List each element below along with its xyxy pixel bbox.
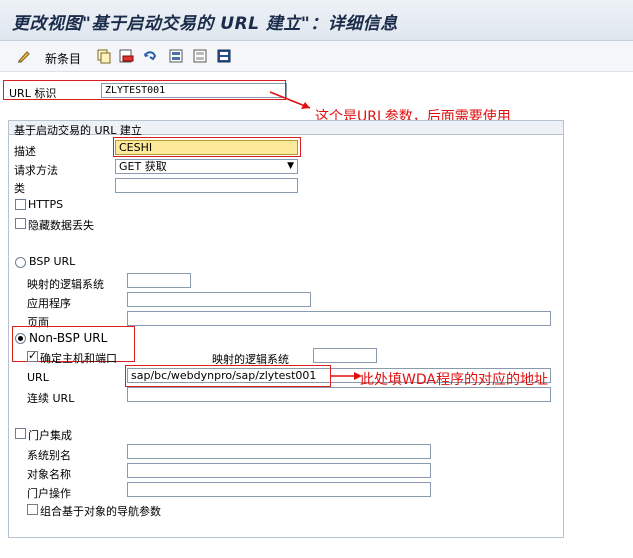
application-label: 应用程序 xyxy=(27,297,71,310)
non-bsp-url-label: Non-BSP URL xyxy=(29,331,108,345)
class-field[interactable] xyxy=(115,178,298,193)
confirm-host-port-label: 确定主机和端口 xyxy=(40,352,117,365)
undo-icon[interactable] xyxy=(142,48,158,64)
application-toolbar: 新条目 xyxy=(0,41,633,72)
https-label: HTTPS xyxy=(28,198,64,211)
description-highlight-box xyxy=(113,137,301,157)
edit-pencil-icon[interactable] xyxy=(16,48,32,64)
bsp-mapped-logical-system-field[interactable] xyxy=(127,273,191,288)
url-highlight-box xyxy=(125,365,331,387)
confirm-host-port-checkbox[interactable]: ✓ xyxy=(27,349,38,362)
group-title: 基于启动交易的 URL 建立 xyxy=(14,124,142,137)
class-label: 类 xyxy=(14,182,25,195)
combine-nav-params-checkbox[interactable] xyxy=(27,504,38,515)
copy-icon[interactable] xyxy=(96,48,112,64)
annotation-arrow-1 xyxy=(269,91,311,109)
combine-nav-params-label: 组合基于对象的导航参数 xyxy=(40,505,161,518)
new-entries-button[interactable]: 新条目 xyxy=(45,50,81,67)
delete-icon[interactable] xyxy=(118,48,134,64)
chevron-down-icon[interactable]: ▼ xyxy=(287,160,294,173)
portal-operation-field[interactable] xyxy=(127,482,431,497)
non-bsp-url-radio[interactable] xyxy=(15,333,26,344)
request-method-label: 请求方法 xyxy=(14,164,58,177)
system-alias-label: 系统别名 xyxy=(27,449,71,462)
deselect-all-icon[interactable] xyxy=(192,48,208,64)
request-method-value: GET 获取 xyxy=(119,160,167,173)
bsp-url-radio[interactable] xyxy=(15,257,26,268)
portal-operation-label: 门户操作 xyxy=(27,487,71,500)
description-label: 描述 xyxy=(14,145,36,158)
window-title: 更改视图"基于启动交易的 URL 建立"：详细信息 xyxy=(12,14,398,34)
object-name-label: 对象名称 xyxy=(27,468,71,481)
group-header: 基于启动交易的 URL 建立 xyxy=(8,120,564,137)
object-name-field[interactable] xyxy=(127,463,431,478)
url-id-highlight-box xyxy=(3,80,286,100)
radio-selected-dot xyxy=(18,336,23,341)
annotation-arrow-2 xyxy=(331,372,362,380)
non-bsp-mapped-logical-system-field[interactable] xyxy=(313,348,377,363)
continue-url-field[interactable] xyxy=(127,387,551,402)
annotation-wda-url: 此处填WDA程序的对应的地址 xyxy=(360,372,548,388)
url-label: URL xyxy=(27,371,49,384)
bsp-mapped-logical-system-label: 映射的逻辑系统 xyxy=(27,278,104,291)
hide-data-loss-label: 隐藏数据丢失 xyxy=(28,219,94,232)
hide-data-loss-checkbox[interactable] xyxy=(15,218,26,229)
continue-url-label: 连续 URL xyxy=(27,392,75,405)
bsp-url-label: BSP URL xyxy=(29,255,76,268)
portal-integration-label: 门户集成 xyxy=(28,429,72,442)
request-method-select[interactable]: GET 获取 ▼ xyxy=(115,159,298,174)
page-field[interactable] xyxy=(127,311,551,326)
select-all-icon[interactable] xyxy=(168,48,184,64)
checkmark-icon: ✓ xyxy=(28,349,38,362)
application-field[interactable] xyxy=(127,292,311,307)
system-alias-field[interactable] xyxy=(127,444,431,459)
title-bar: 更改视图"基于启动交易的 URL 建立"：详细信息 xyxy=(0,0,633,41)
print-icon[interactable] xyxy=(216,48,232,64)
portal-integration-checkbox[interactable] xyxy=(15,428,26,439)
https-checkbox[interactable] xyxy=(15,199,26,210)
